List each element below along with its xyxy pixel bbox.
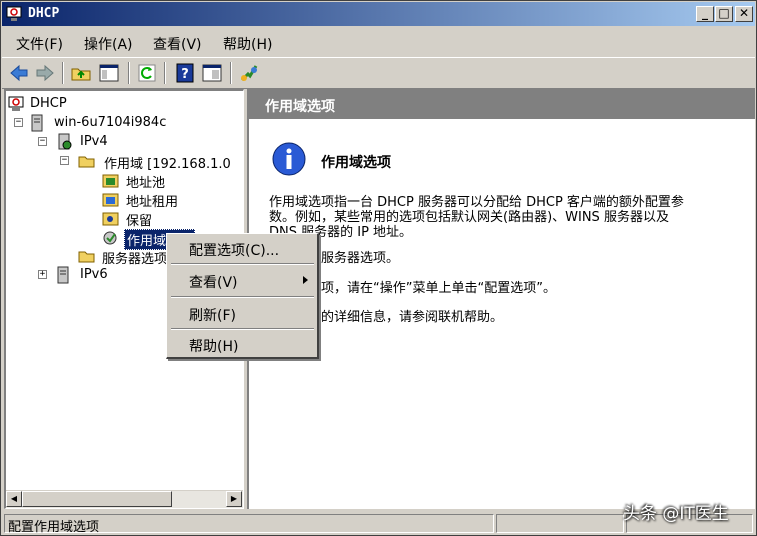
scroll-left-button[interactable]: ◀	[6, 491, 22, 507]
context-item-label: 查看(V)	[189, 275, 238, 291]
toolbar-separator	[164, 62, 166, 84]
context-item-label: 帮助(H)	[189, 339, 239, 355]
dhcp-app-icon	[6, 6, 22, 21]
console-icon[interactable]	[201, 62, 223, 84]
context-refresh[interactable]: 刷新(F)	[169, 301, 316, 325]
up-folder-icon[interactable]	[70, 62, 92, 84]
context-item-label: 配置选项(C)...	[189, 243, 280, 259]
horizontal-scrollbar[interactable]: ◀ ▶	[6, 490, 243, 508]
submenu-arrow-icon	[303, 276, 308, 284]
folder-open-icon	[78, 156, 95, 168]
add-options-icon[interactable]	[238, 62, 260, 84]
status-text-cell: 配置作用域选项	[4, 514, 494, 535]
scope-options-icon	[103, 231, 117, 245]
context-view[interactable]: 查看(V)	[169, 268, 316, 292]
tree-label: IPv4	[80, 134, 108, 149]
minimize-button[interactable]: _	[696, 6, 714, 22]
menu-separator	[171, 296, 314, 298]
status-text: 配置作用域选项	[8, 520, 100, 535]
menu-action[interactable]: 操作(A)	[84, 34, 133, 54]
watermark: 头条 @IT医生	[623, 504, 729, 524]
scroll-thumb[interactable]	[22, 491, 172, 507]
reservations-icon	[102, 212, 119, 226]
toolbar-separator	[128, 62, 130, 84]
description-line: 选项替代服务器选项。	[269, 251, 400, 266]
forward-arrow-icon[interactable]	[34, 62, 56, 84]
description-line: 作用域选项指一台 DHCP 服务器可以分配给 DHCP 客户端的额外配置参	[269, 195, 684, 210]
tree-label: 作用域 [192.168.1.0	[104, 157, 231, 172]
description-line: DNS 服务器的 IP 地址。	[269, 225, 413, 240]
menu-view[interactable]: 查看(V)	[153, 34, 202, 54]
tree-label: DHCP	[30, 96, 67, 111]
menu-file[interactable]: 文件(F)	[16, 34, 63, 54]
back-arrow-icon[interactable]	[8, 62, 30, 84]
maximize-button[interactable]: □	[715, 6, 733, 22]
toolbar: ?	[2, 57, 755, 89]
server-icon	[31, 114, 43, 132]
close-button[interactable]: ✕	[735, 6, 753, 22]
description-line: 作用域选项，请在“操作”菜单上单击“配置选项”。	[269, 281, 556, 296]
description-line: 务器选项的详细信息，请参阅联机帮助。	[269, 310, 504, 325]
svg-text:?: ?	[181, 67, 189, 82]
tree-label: 保留	[126, 214, 153, 229]
tree-label: 服务器选项	[102, 252, 168, 267]
folder-icon	[78, 251, 95, 263]
address-leases-icon	[102, 193, 119, 207]
menu-help[interactable]: 帮助(H)	[223, 34, 272, 54]
collapse-icon[interactable]: −	[38, 137, 47, 146]
info-icon	[272, 142, 306, 176]
context-menu: 配置选项(C)... 查看(V) 刷新(F) 帮助(H)	[166, 233, 319, 359]
menu-bar: 文件(F) 操作(A) 查看(V) 帮助(H)	[2, 29, 755, 55]
toolbar-separator	[62, 62, 64, 84]
context-configure-options[interactable]: 配置选项(C)...	[169, 236, 316, 260]
help-icon[interactable]: ?	[174, 62, 196, 84]
dhcp-icon	[8, 96, 24, 111]
detail-header: 作用域选项	[249, 91, 755, 119]
tree-label: win-6u7104i984c	[54, 115, 167, 130]
dhcp-window: DHCP _ □ ✕ 文件(F) 操作(A) 查看(V) 帮助(H) ? DHC…	[0, 0, 757, 536]
window-title: DHCP	[28, 6, 60, 21]
status-cell-2	[496, 514, 624, 533]
detail-header-title: 作用域选项	[265, 99, 335, 115]
tree-label: 地址租用	[126, 195, 179, 210]
collapse-icon[interactable]: −	[60, 156, 69, 165]
expand-icon[interactable]: +	[38, 270, 47, 279]
collapse-icon[interactable]: −	[14, 118, 23, 127]
title-bar[interactable]: DHCP _ □ ✕	[2, 2, 755, 26]
tree-label: 地址池	[126, 176, 166, 191]
tree-label: IPv6	[80, 267, 108, 282]
context-help[interactable]: 帮助(H)	[169, 332, 316, 356]
menu-separator	[171, 328, 314, 330]
address-pool-icon	[102, 174, 119, 188]
refresh-icon[interactable]	[136, 62, 158, 84]
ipv6-icon	[57, 266, 69, 284]
detail-title: 作用域选项	[321, 155, 391, 171]
menu-separator	[171, 263, 314, 265]
description-line: 数。例如，某些常用的选项包括默认网关(路由器)、WINS 服务器以及	[269, 210, 669, 225]
scroll-right-button[interactable]: ▶	[226, 491, 242, 507]
show-tree-icon[interactable]	[98, 62, 120, 84]
toolbar-separator	[230, 62, 232, 84]
context-item-label: 刷新(F)	[189, 308, 236, 324]
detail-pane: 作用域选项 作用域选项 作用域选项指一台 DHCP 服务器可以分配给 DHCP …	[247, 89, 755, 509]
ipv4-icon	[58, 133, 72, 150]
